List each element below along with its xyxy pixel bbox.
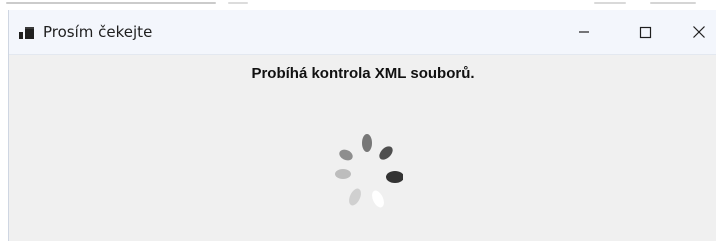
maximize-button[interactable] [622,10,668,54]
please-wait-dialog: Prosím čekejte Probíhá kontrola XML soub [8,10,716,241]
spinner-dot [386,171,403,183]
status-message: Probíhá kontrola XML souborů. [251,65,475,82]
background-text-fragment [228,2,248,4]
background-text-fragment [650,2,696,4]
spinner-dot [372,190,384,208]
background-text-fragment [594,2,626,4]
spinner-dot [339,149,353,161]
app-window-icon [19,27,34,39]
background-text-fragment [6,2,216,4]
close-button[interactable] [676,10,716,54]
spinner-dot [335,169,351,179]
close-icon [693,26,705,38]
title-bar[interactable]: Prosím čekejte [9,10,716,55]
dialog-content: Probíhá kontrola XML souborů. [9,55,716,241]
minimize-button[interactable] [561,10,607,54]
spinner-dot [349,188,361,206]
screenshot-canvas: Prosím čekejte Probíhá kontrola XML soub [0,0,716,241]
loading-spinner-icon [335,134,403,208]
background-window-fragment [0,0,716,10]
spinner-dot [379,146,393,160]
window-title: Prosím čekejte [43,23,153,41]
minimize-icon [579,31,589,33]
spinner-dot [362,134,372,152]
maximize-icon [639,26,651,38]
